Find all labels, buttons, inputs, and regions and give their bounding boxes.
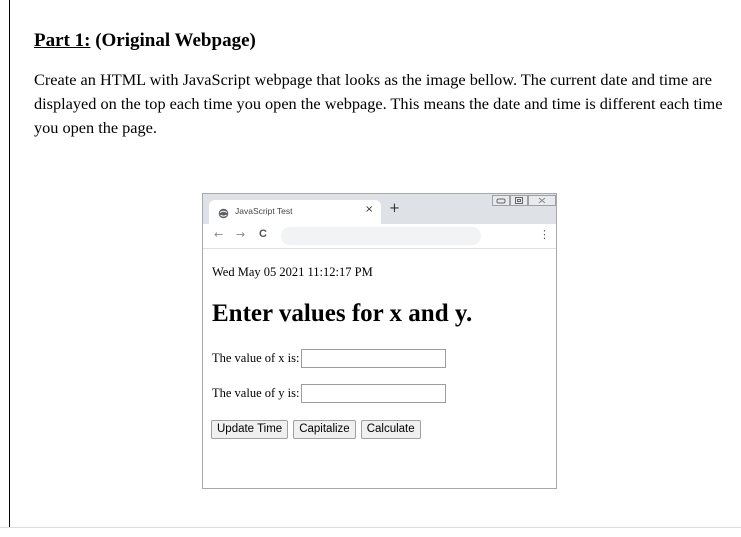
forward-arrow-icon[interactable]: → xyxy=(236,228,245,241)
heading-part-title: (Original Webpage) xyxy=(90,30,256,51)
y-value-input[interactable] xyxy=(301,384,447,403)
tab-close-icon[interactable]: × xyxy=(365,204,373,215)
section-heading: Part 1: (Original Webpage) xyxy=(34,30,256,52)
y-value-row: The value of y is: xyxy=(212,384,447,403)
x-value-label: The value of x is: xyxy=(212,351,300,365)
minimize-icon[interactable] xyxy=(492,195,510,206)
heading-part-label: Part 1: xyxy=(34,30,91,51)
browser-tab[interactable]: JavaScript Test × xyxy=(209,200,381,224)
instructions-paragraph: Create an HTML with JavaScript webpage t… xyxy=(34,70,723,137)
reload-icon[interactable]: C xyxy=(259,228,267,240)
update-time-button[interactable]: Update Time xyxy=(211,419,289,439)
globe-icon xyxy=(218,206,229,219)
document-left-border xyxy=(9,0,10,527)
x-value-row: The value of x is: xyxy=(212,349,447,368)
maximize-icon[interactable] xyxy=(510,195,528,206)
current-datetime: Wed May 05 2021 11:12:17 PM xyxy=(212,265,373,279)
new-tab-icon[interactable]: + xyxy=(389,202,400,215)
action-buttons: Update Time Capitalize Calculate xyxy=(211,419,422,439)
x-value-input[interactable] xyxy=(301,349,447,368)
y-value-label: The value of y is: xyxy=(212,386,300,400)
browser-titlebar: JavaScript Test × + xyxy=(203,194,556,224)
back-arrow-icon[interactable]: ← xyxy=(214,228,223,241)
browser-toolbar: ← → C ⋮ xyxy=(203,224,556,249)
capitalize-button[interactable]: Capitalize xyxy=(293,419,356,439)
browser-window-screenshot: JavaScript Test × + ← → C ⋮ Wed May 05 2… xyxy=(202,193,557,489)
address-bar[interactable] xyxy=(281,227,481,245)
page-title: Enter values for x and y. xyxy=(212,300,473,327)
close-icon[interactable] xyxy=(528,195,556,206)
document-bottom-divider xyxy=(0,527,741,528)
calculate-button[interactable]: Calculate xyxy=(360,419,421,439)
menu-dots-icon[interactable]: ⋮ xyxy=(539,228,550,241)
tab-title: JavaScript Test xyxy=(235,206,293,216)
